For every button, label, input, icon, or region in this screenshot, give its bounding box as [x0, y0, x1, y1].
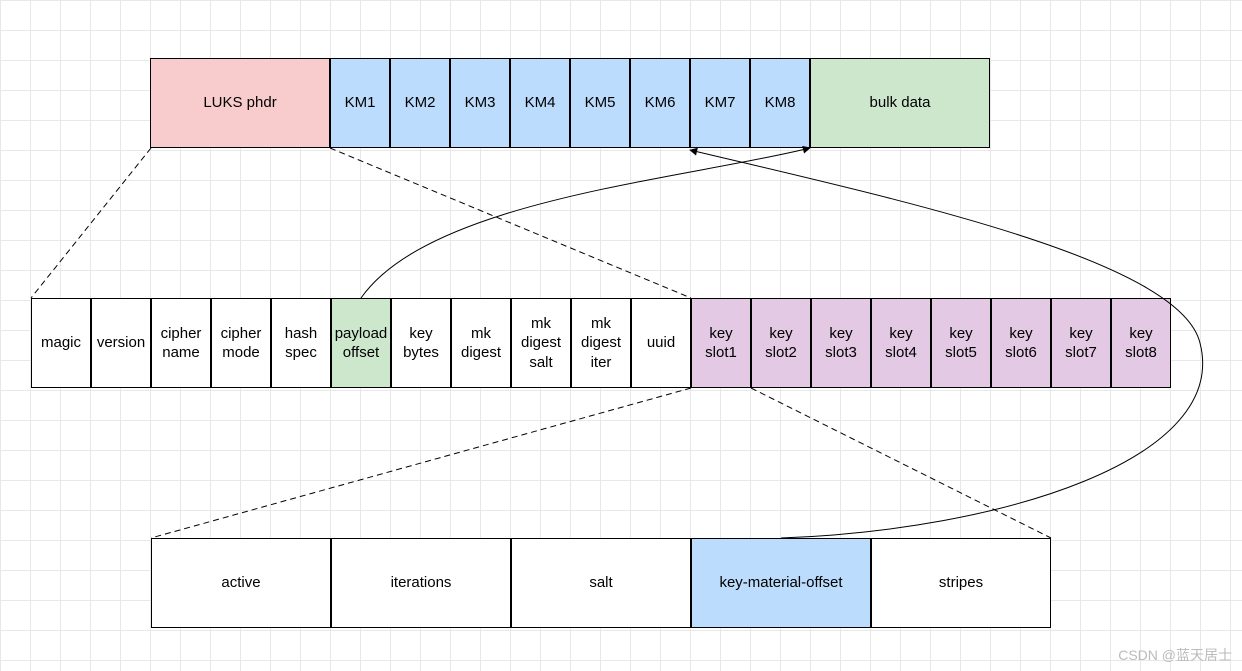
mk-digest-iter-box: mk digest iter [571, 298, 631, 388]
cipher-name-box: cipher name [151, 298, 211, 388]
payload-offset-box: payload offset [331, 298, 391, 388]
km5-box: KM5 [570, 58, 630, 148]
keyslot6-box: key slot6 [991, 298, 1051, 388]
keyslot7-box: key slot7 [1051, 298, 1111, 388]
keyslot8-box: key slot8 [1111, 298, 1171, 388]
km4-box: KM4 [510, 58, 570, 148]
active-box: active [151, 538, 331, 628]
mk-digest-salt-box: mk digest salt [511, 298, 571, 388]
luks-phdr-box: LUKS phdr [150, 58, 330, 148]
key-bytes-box: key bytes [391, 298, 451, 388]
km2-box: KM2 [390, 58, 450, 148]
km3-box: KM3 [450, 58, 510, 148]
version-box: version [91, 298, 151, 388]
magic-box: magic [31, 298, 91, 388]
iterations-box: iterations [331, 538, 511, 628]
hash-spec-box: hash spec [271, 298, 331, 388]
keyslot3-box: key slot3 [811, 298, 871, 388]
stripes-box: stripes [871, 538, 1051, 628]
keyslot2-box: key slot2 [751, 298, 811, 388]
keyslot1-box: key slot1 [691, 298, 751, 388]
mk-digest-box: mk digest [451, 298, 511, 388]
cipher-mode-box: cipher mode [211, 298, 271, 388]
km6-box: KM6 [630, 58, 690, 148]
uuid-box: uuid [631, 298, 691, 388]
keyslot4-box: key slot4 [871, 298, 931, 388]
watermark-text: CSDN @蓝天居士 [1118, 645, 1232, 665]
km7-box: KM7 [690, 58, 750, 148]
keyslot5-box: key slot5 [931, 298, 991, 388]
salt-box: salt [511, 538, 691, 628]
bulk-data-box: bulk data [810, 58, 990, 148]
key-material-offset-box: key-material-offset [691, 538, 871, 628]
km1-box: KM1 [330, 58, 390, 148]
km8-box: KM8 [750, 58, 810, 148]
